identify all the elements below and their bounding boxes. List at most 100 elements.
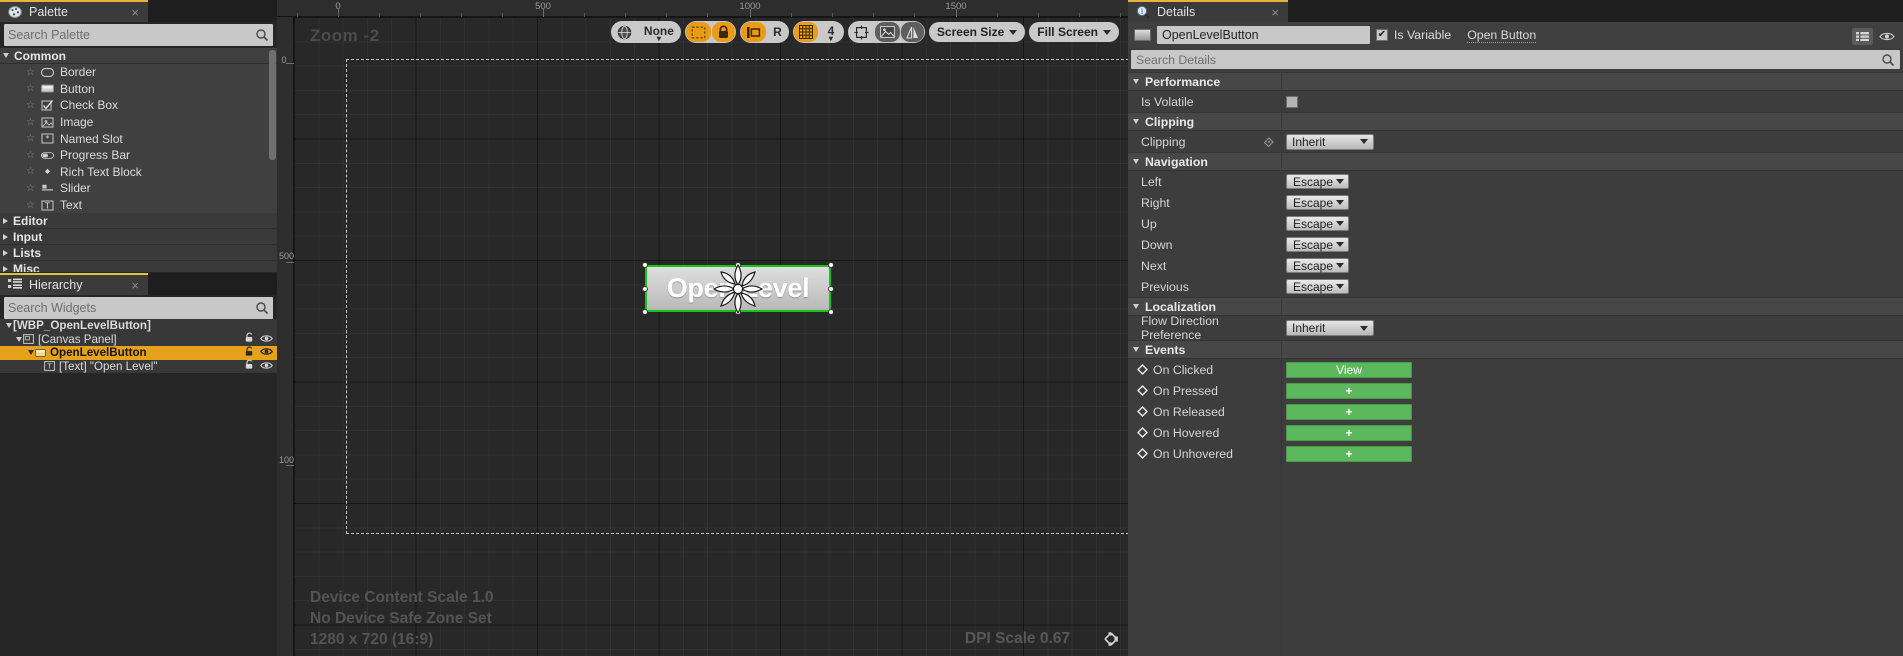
palette-category-misc[interactable]: Misc xyxy=(0,261,277,272)
palette-item-check-box[interactable]: ☆ Check Box xyxy=(0,97,277,114)
section-clipping[interactable]: Clipping xyxy=(1128,72,1903,656)
search-widgets-input[interactable] xyxy=(8,301,255,315)
open-button-link[interactable]: Open Button xyxy=(1467,28,1537,43)
visibility-icon[interactable] xyxy=(260,346,273,359)
palette-item-named-slot[interactable]: ☆ * Named Slot xyxy=(0,130,277,147)
details-search-row[interactable] xyxy=(1131,50,1900,69)
resize-handle-bl[interactable] xyxy=(642,309,648,315)
favorite-star-icon[interactable]: ☆ xyxy=(26,67,35,78)
favorite-star-icon[interactable]: ☆ xyxy=(26,83,35,94)
visibility-icon[interactable] xyxy=(1876,28,1897,45)
lock-icon[interactable] xyxy=(244,359,255,373)
close-icon[interactable]: × xyxy=(131,279,139,292)
resize-handle-tr[interactable] xyxy=(828,262,834,268)
tab-hierarchy[interactable]: Hierarchy × xyxy=(0,273,148,295)
palette-category-lists[interactable]: Lists xyxy=(0,245,277,262)
lock-icon[interactable] xyxy=(244,332,255,346)
is-volatile-checkbox[interactable] xyxy=(1286,95,1298,108)
property-row-on-hovered[interactable]: On Hovered + xyxy=(1128,422,1903,443)
hierarchy-search-row[interactable] xyxy=(4,297,273,319)
viewport-toolbar[interactable]: None ▾ R 4 ▾ Screen Size Fill Screen xyxy=(610,20,1119,44)
grid-group[interactable]: 4 ▾ xyxy=(792,21,844,43)
design-canvas[interactable]: Zoom -2 Open Level Device Content Scale … xyxy=(294,17,1128,656)
details-property-list[interactable]: Performance Is Volatile Clipping Clippin… xyxy=(1128,72,1903,656)
favorite-star-icon[interactable]: ☆ xyxy=(26,166,35,177)
view-group[interactable] xyxy=(847,21,925,43)
grid-view-icon[interactable] xyxy=(1852,28,1873,45)
property-row-on-clicked[interactable]: On Clicked View xyxy=(1128,359,1903,380)
tree-row[interactable]: T [Text] "Open Level" xyxy=(0,360,277,374)
on-unhovered-add-button[interactable]: + xyxy=(1286,445,1412,462)
palette-item-text[interactable]: ☆ T Text xyxy=(0,196,277,214)
property-row-nav-next[interactable]: Next Escape xyxy=(1128,255,1903,276)
favorite-star-icon[interactable]: ☆ xyxy=(26,150,35,161)
resize-handle-ml[interactable] xyxy=(642,285,648,292)
grid-size-combo[interactable]: 4 ▾ xyxy=(818,22,843,42)
fit-to-content-icon[interactable] xyxy=(848,22,874,42)
grid-snap-icon[interactable] xyxy=(793,22,818,42)
tab-palette[interactable]: Palette × xyxy=(0,0,148,22)
on-pressed-add-button[interactable]: + xyxy=(1286,382,1412,399)
property-row-on-pressed[interactable]: On Pressed + xyxy=(1128,380,1903,401)
palette-search-row[interactable] xyxy=(4,24,273,46)
on-clicked-view-button[interactable]: View xyxy=(1286,361,1412,378)
search-details-input[interactable] xyxy=(1136,52,1881,67)
resize-handle-bc[interactable] xyxy=(735,309,741,315)
details-view-tools[interactable] xyxy=(1852,28,1899,45)
property-row-nav-left[interactable]: Left Escape xyxy=(1128,171,1903,192)
visibility-icon[interactable] xyxy=(260,360,273,373)
favorite-star-icon[interactable]: ☆ xyxy=(26,133,35,144)
palette-item-border[interactable]: ☆ Border xyxy=(0,64,277,81)
tree-row[interactable]: [Canvas Panel] xyxy=(0,333,277,347)
section-events[interactable]: Events xyxy=(1128,72,1903,656)
property-row-nav-down[interactable]: Down Escape xyxy=(1128,234,1903,255)
property-row-nav-up[interactable]: Up Escape xyxy=(1128,213,1903,234)
snap-group[interactable]: None ▾ xyxy=(610,21,681,43)
visibility-icon[interactable] xyxy=(260,333,273,346)
search-palette-input[interactable] xyxy=(8,28,255,42)
resize-handle-icon[interactable] xyxy=(1102,630,1120,648)
close-icon[interactable]: × xyxy=(131,6,139,19)
palette-scrollbar[interactable] xyxy=(269,50,276,160)
align-icon[interactable] xyxy=(740,22,766,42)
lock-icon[interactable] xyxy=(711,22,735,42)
designer-viewport[interactable]: 0 500 1000 1500 20 xyxy=(277,0,1128,656)
rotation-toggle[interactable]: R xyxy=(766,22,788,42)
palette-list[interactable]: Common ☆ Border ☆ Button ☆ Check Box ☆ I… xyxy=(0,48,277,272)
resize-handle-tl[interactable] xyxy=(642,262,648,268)
close-icon[interactable]: × xyxy=(1271,6,1279,19)
property-row-flow-direction[interactable]: Flow Direction Preference Inherit xyxy=(1128,314,1903,342)
palette-item-progress-bar[interactable]: ☆ Progress Bar xyxy=(0,146,277,164)
nav-down-combo[interactable]: Escape xyxy=(1286,237,1350,252)
palette-item-slider[interactable]: ☆ Slider xyxy=(0,180,277,197)
tab-details[interactable]: i Details × xyxy=(1128,0,1288,22)
property-row-on-released[interactable]: On Released + xyxy=(1128,401,1903,422)
resize-handle-mr[interactable] xyxy=(828,285,834,292)
nav-right-combo[interactable]: Escape xyxy=(1286,195,1350,210)
snap-to-widget-icon[interactable] xyxy=(685,22,711,42)
property-row-on-unhovered[interactable]: On Unhovered + xyxy=(1128,443,1903,464)
palette-item-rich-text-block[interactable]: ☆ Rich Text Block xyxy=(0,163,277,181)
globe-icon[interactable] xyxy=(611,22,637,42)
nav-next-combo[interactable]: Escape xyxy=(1286,258,1350,273)
tree-row[interactable]: OpenLevelButton xyxy=(0,346,277,360)
section-performance[interactable]: Performance xyxy=(1128,72,1903,656)
resize-handle-tc[interactable] xyxy=(735,262,741,268)
alignment-group[interactable]: R xyxy=(739,21,789,43)
screen-size-combo[interactable]: Screen Size xyxy=(928,22,1026,42)
fill-screen-combo[interactable]: Fill Screen xyxy=(1029,22,1119,42)
palette-category-common[interactable]: Common xyxy=(0,48,277,64)
hierarchy-tree[interactable]: [WBP_OpenLevelButton] [Canvas Panel] Ope… xyxy=(0,319,277,373)
palette-item-button[interactable]: ☆ Button xyxy=(0,80,277,98)
favorite-star-icon[interactable]: ☆ xyxy=(26,100,35,111)
palette-item-image[interactable]: ☆ Image xyxy=(0,113,277,131)
preview-image-icon[interactable] xyxy=(874,22,900,42)
property-row-nav-previous[interactable]: Previous Escape xyxy=(1128,276,1903,297)
clipping-combo[interactable]: Inherit xyxy=(1286,133,1374,150)
nav-left-combo[interactable]: Escape xyxy=(1286,174,1350,189)
section-navigation[interactable]: Navigation xyxy=(1128,72,1903,656)
property-row-is-volatile[interactable]: Is Volatile xyxy=(1128,91,1903,112)
favorite-star-icon[interactable]: ☆ xyxy=(26,200,35,211)
palette-category-input[interactable]: Input xyxy=(0,229,277,246)
nav-previous-combo[interactable]: Escape xyxy=(1286,279,1350,294)
